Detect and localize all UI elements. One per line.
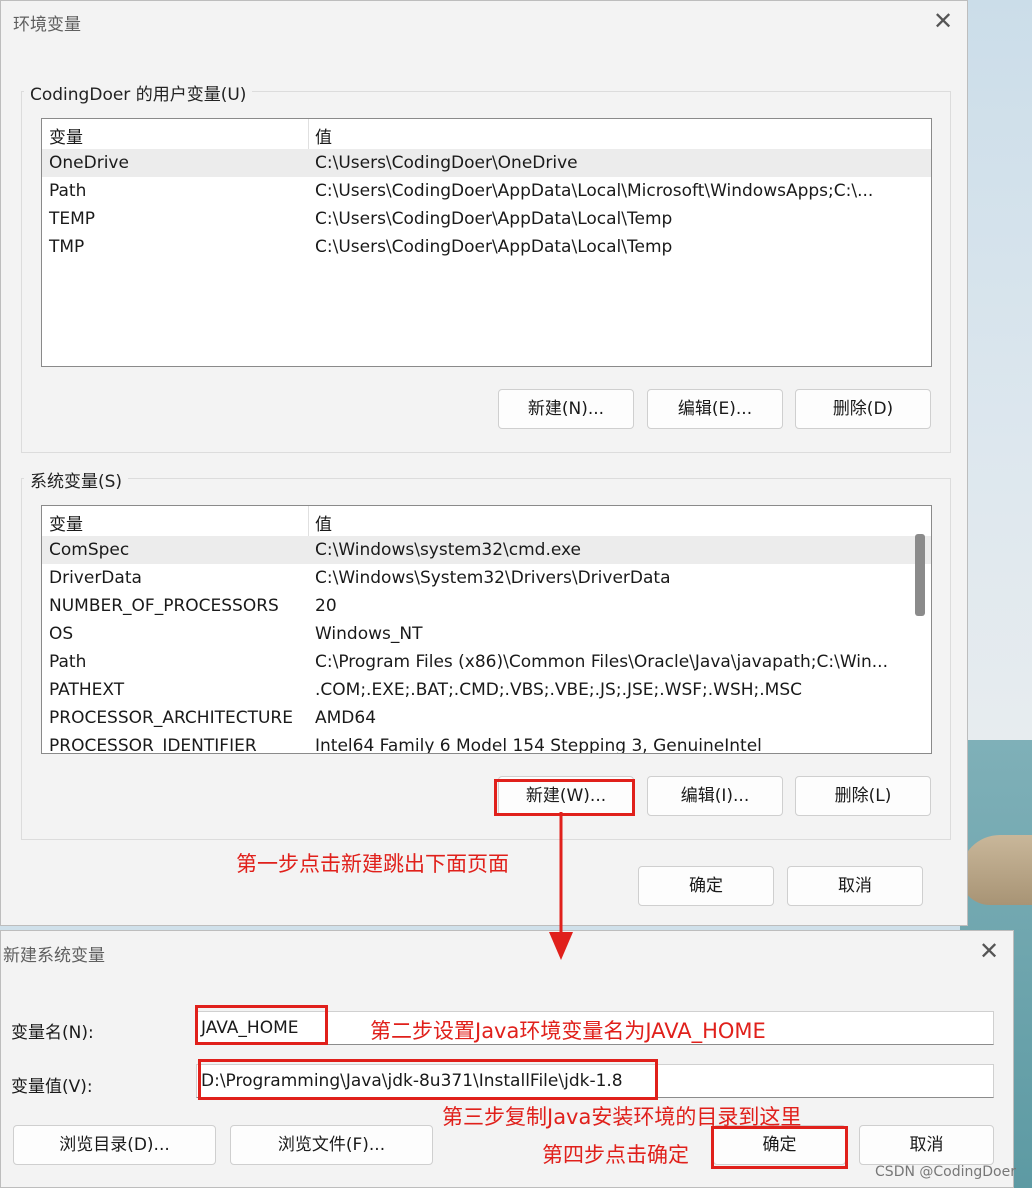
variable-value: Intel64 Family 6 Model 154 Stepping 3, G… <box>315 736 762 754</box>
variable-value: C:\Users\CodingDoer\AppData\Local\Micros… <box>315 181 874 201</box>
column-header-variable[interactable]: 变量 <box>49 123 83 148</box>
arrow-down-icon <box>549 812 573 960</box>
list-item[interactable]: OS Windows_NT <box>42 620 931 648</box>
system-variables-label: 系统变量(S) <box>24 467 129 492</box>
user-variables-list[interactable]: 变量 值 OneDrive C:\Users\CodingDoer\OneDri… <box>41 118 932 367</box>
dialog-title: 环境变量 <box>13 15 81 35</box>
annotation-step2: 第二步设置Java环境变量名为JAVA_HOME <box>370 1019 766 1043</box>
variable-value: C:\Users\CodingDoer\OneDrive <box>315 153 578 173</box>
user-edit-button[interactable]: 编辑(E)... <box>647 389 783 429</box>
environment-variables-dialog: 环境变量 ✕ CodingDoer 的用户变量(U) 变量 值 OneDrive… <box>0 0 968 926</box>
cancel-button[interactable]: 取消 <box>787 866 923 906</box>
annotation-step4: 第四步点击确定 <box>542 1143 689 1167</box>
column-separator <box>308 119 309 149</box>
list-item[interactable]: TMP C:\Users\CodingDoer\AppData\Local\Te… <box>42 233 931 261</box>
list-item[interactable]: TEMP C:\Users\CodingDoer\AppData\Local\T… <box>42 205 931 233</box>
list-item[interactable]: PATHEXT .COM;.EXE;.BAT;.CMD;.VBS;.VBE;.J… <box>42 676 931 704</box>
list-item[interactable]: NUMBER_OF_PROCESSORS 20 <box>42 592 931 620</box>
variable-value: C:\Program Files (x86)\Common Files\Orac… <box>315 652 888 672</box>
variable-name: NUMBER_OF_PROCESSORS <box>49 596 279 616</box>
title-bar: 环境变量 ✕ <box>1 1 967 43</box>
variable-value: C:\Users\CodingDoer\AppData\Local\Temp <box>315 209 673 229</box>
variable-value: C:\Windows\System32\Drivers\DriverData <box>315 568 671 588</box>
list-header: 变量 值 <box>42 119 931 149</box>
annotation-step1: 第一步点击新建跳出下面页面 <box>236 852 509 876</box>
column-header-value[interactable]: 值 <box>315 123 332 148</box>
variable-name: DriverData <box>49 568 142 588</box>
list-item[interactable]: DriverData C:\Windows\System32\Drivers\D… <box>42 564 931 592</box>
variable-name: Path <box>49 652 87 672</box>
variable-name: TEMP <box>49 209 96 229</box>
list-item[interactable]: ComSpec C:\Windows\system32\cmd.exe <box>42 536 931 564</box>
system-edit-button[interactable]: 编辑(I)... <box>647 776 783 816</box>
highlight-system-new-button <box>494 779 635 816</box>
user-new-button[interactable]: 新建(N)... <box>498 389 634 429</box>
watermark: CSDN @CodingDoer <box>875 1164 1016 1180</box>
variable-value-label: 变量值(V): <box>11 1077 93 1097</box>
variable-name: OneDrive <box>49 153 129 173</box>
column-header-variable[interactable]: 变量 <box>49 510 83 535</box>
list-item[interactable]: OneDrive C:\Users\CodingDoer\OneDrive <box>42 149 931 177</box>
variable-name-label: 变量名(N): <box>11 1023 94 1043</box>
close-icon[interactable]: ✕ <box>979 937 999 965</box>
variable-name: PROCESSOR_IDENTIFIER <box>49 736 257 754</box>
highlight-ok-button <box>711 1126 848 1169</box>
system-delete-button[interactable]: 删除(L) <box>795 776 931 816</box>
variable-value: C:\Users\CodingDoer\AppData\Local\Temp <box>315 237 673 257</box>
variable-value: Windows_NT <box>315 624 423 644</box>
list-header: 变量 值 <box>42 506 931 536</box>
system-variables-list[interactable]: 变量 值 ComSpec C:\Windows\system32\cmd.exe… <box>41 505 932 754</box>
browse-file-button[interactable]: 浏览文件(F)... <box>230 1125 433 1165</box>
variable-value: .COM;.EXE;.BAT;.CMD;.VBS;.VBE;.JS;.JSE;.… <box>315 680 803 700</box>
scrollbar-thumb[interactable] <box>915 534 925 616</box>
variable-value: AMD64 <box>315 708 377 728</box>
close-icon[interactable]: ✕ <box>933 7 953 35</box>
variable-name: PROCESSOR_ARCHITECTURE <box>49 708 293 728</box>
variable-value: 20 <box>315 596 337 616</box>
highlight-variable-value <box>198 1059 658 1100</box>
column-header-value[interactable]: 值 <box>315 510 332 535</box>
wallpaper-sky <box>960 0 1032 740</box>
list-item[interactable]: PROCESSOR_IDENTIFIER Intel64 Family 6 Mo… <box>42 732 931 754</box>
variable-name: Path <box>49 181 87 201</box>
cancel-button[interactable]: 取消 <box>859 1125 994 1165</box>
user-variables-label: CodingDoer 的用户变量(U) <box>24 80 253 105</box>
dialog-title: 新建系统变量 <box>3 946 105 966</box>
column-separator <box>308 506 309 536</box>
variable-value: C:\Windows\system32\cmd.exe <box>315 540 582 560</box>
user-delete-button[interactable]: 删除(D) <box>795 389 931 429</box>
variable-name: TMP <box>49 237 85 257</box>
browse-directory-button[interactable]: 浏览目录(D)... <box>13 1125 216 1165</box>
highlight-variable-name <box>195 1005 328 1045</box>
list-item[interactable]: Path C:\Users\CodingDoer\AppData\Local\M… <box>42 177 931 205</box>
list-item[interactable]: Path C:\Program Files (x86)\Common Files… <box>42 648 931 676</box>
variable-name: OS <box>49 624 74 644</box>
variable-name: ComSpec <box>49 540 130 560</box>
variable-name: PATHEXT <box>49 680 125 700</box>
list-item[interactable]: PROCESSOR_ARCHITECTURE AMD64 <box>42 704 931 732</box>
ok-button[interactable]: 确定 <box>638 866 774 906</box>
